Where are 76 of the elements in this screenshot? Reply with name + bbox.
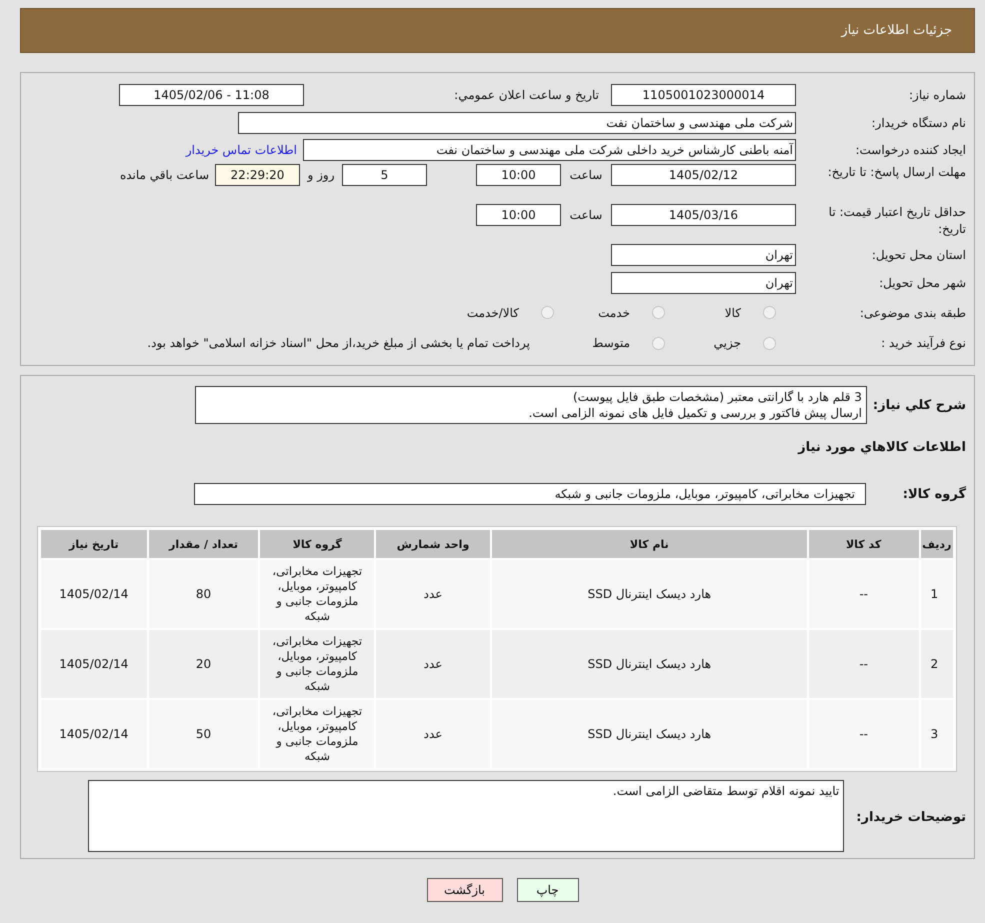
radio-button[interactable]: [652, 336, 665, 350]
field-label: ساعت: [568, 167, 604, 184]
buyer-contact-link[interactable]: اطلاعات تماس خریدار: [186, 143, 297, 157]
buyer-org-field: شرکت ملی مهندسی و ساختمان نفت: [238, 112, 796, 134]
field-label: تاریخ و ساعت اعلان عمومي:: [454, 88, 600, 102]
back-button[interactable]: بازگشت: [426, 878, 502, 902]
section-title: اطلاعات کالاهاي مورد نياز: [798, 438, 966, 454]
field-label: ساعت: [568, 207, 604, 224]
table-cell: عدد: [376, 700, 490, 768]
date-field: 1405/02/12: [611, 164, 796, 186]
field-label: شهر محل تحویل:: [878, 276, 966, 290]
radio-button[interactable]: [763, 306, 776, 319]
column-header: واحد شمارش: [376, 530, 490, 558]
remaining-time-field: 22:29:20: [215, 164, 300, 186]
option-label: کالا: [724, 306, 741, 320]
field-label: حداقل تاریخ اعتبار قیمت: تا تاریخ:: [828, 204, 966, 238]
description-field: 3 قلم هارد با گارانتی معتبر (مشخصات طبق فایل پیوست) ارسال پیش فاکتور و بررسی و تکمیل فایل های نمونه الزامی است.: [194, 386, 867, 424]
table-cell: 2: [920, 630, 953, 698]
table-cell: 1: [920, 560, 953, 628]
radio-button[interactable]: [652, 306, 665, 319]
field-label: نام دستگاه خریدار:: [870, 116, 966, 130]
field-label: طبقه بندی موضوعی:: [858, 306, 966, 320]
table-cell: 1405/02/14: [41, 630, 147, 698]
table-cell: 80: [148, 560, 258, 628]
table-cell: --: [808, 560, 918, 628]
field-label: استان محل تحویل:: [870, 248, 966, 262]
option-label: خدمت: [597, 306, 630, 320]
field-label: نوع فرآیند خرید :: [880, 336, 966, 350]
date-field: 1405/03/16: [611, 204, 796, 226]
table-cell: هارد دیسک اینترنال SSD: [492, 630, 807, 698]
field-label: شماره نیاز:: [908, 88, 966, 102]
column-header: کد کالا: [808, 530, 918, 558]
field-label: روز و: [306, 167, 336, 184]
field-label: ساعت باقي مانده: [120, 167, 210, 184]
time-field: 10:00: [476, 164, 561, 186]
table-cell: --: [808, 630, 918, 698]
table-cell: --: [808, 700, 918, 768]
city-field: تهران: [611, 272, 796, 294]
field-label: ایجاد کننده درخواست:: [854, 143, 966, 157]
column-header: نام کالا: [492, 530, 807, 558]
announce-date-field: 1405/02/06 - 11:08: [119, 84, 304, 106]
payment-note: پرداخت تمام یا بخشی از مبلغ خرید،از محل "اسناد خزانه اسلامی" خواهد بود.: [147, 335, 530, 352]
table-cell: هارد دیسک اینترنال SSD: [492, 560, 807, 628]
table-cell: 3: [920, 700, 953, 768]
table-cell: عدد: [376, 560, 490, 628]
table-cell: 50: [148, 700, 258, 768]
option-label: کالا/خدمت: [466, 306, 519, 320]
page-title: جزئیات اطلاعات نیاز: [841, 23, 952, 38]
table-cell: 1405/02/14: [41, 560, 147, 628]
table-cell: 20: [148, 630, 258, 698]
need-number-field: 1105001023000014: [611, 84, 796, 106]
goods-group-field: تجهیزات مخابراتی، کامپیوتر، موبایل، ملزومات جانبی و شبکه: [194, 483, 866, 505]
option-label: جزيي: [712, 336, 741, 350]
table-cell: تجهیزات مخابراتی، کامپیوتر، موبایل، ملزومات جانبی و شبکه: [260, 630, 374, 698]
radio-button[interactable]: [541, 306, 554, 319]
column-header: تاریخ نیاز: [41, 530, 147, 558]
column-header: گروه کالا: [260, 530, 374, 558]
option-label: متوسط: [591, 336, 630, 350]
field-label: گروه کالا:: [902, 486, 966, 502]
column-header: ردیف: [920, 530, 953, 558]
table-cell: تجهیزات مخابراتی، کامپیوتر، موبایل، ملزومات جانبی و شبکه: [260, 700, 374, 768]
table-cell: تجهیزات مخابراتی، کامپیوتر، موبایل، ملزومات جانبی و شبکه: [260, 560, 374, 628]
table-cell: عدد: [376, 630, 490, 698]
print-button[interactable]: چاپ: [516, 878, 578, 902]
time-field: 10:00: [476, 204, 561, 226]
radio-button[interactable]: [763, 336, 776, 350]
field-label: توضیحات خریدار:: [855, 809, 966, 825]
table-cell: هارد دیسک اینترنال SSD: [492, 700, 807, 768]
column-header: تعداد / مقدار: [148, 530, 258, 558]
days-field: 5: [342, 164, 427, 186]
province-field: تهران: [611, 244, 796, 266]
buyer-notes-field: تایید نمونه اقلام توسط متقاضی الزامی است.: [88, 780, 844, 852]
field-label: مهلت ارسال پاسخ: تا تاریخ:: [826, 164, 966, 181]
table-cell: 1405/02/14: [41, 700, 147, 768]
field-label: شرح کلي نياز:: [872, 397, 966, 413]
requester-field: آمنه باطنی کارشناس خرید داخلی شرکت ملی مهندسی و ساختمان نفت: [303, 139, 796, 161]
